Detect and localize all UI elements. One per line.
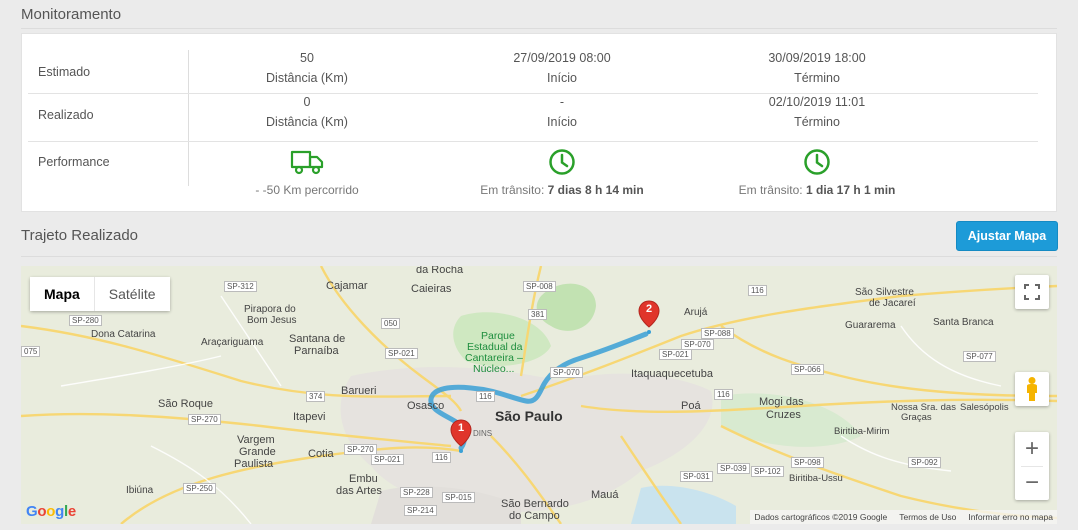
road-shield: 116	[476, 391, 495, 402]
estimado-start-label: Início	[547, 71, 577, 85]
marker-1-label: 1	[457, 422, 465, 434]
realizado-distance: 0 Distância (Km)	[177, 92, 437, 132]
row-label-realizado: Realizado	[38, 108, 94, 122]
zoom-out-button[interactable]: −	[1015, 466, 1049, 500]
performance-transit-2-text: Em trânsito: 1 dia 17 h 1 min	[739, 183, 896, 197]
estimado-distance-label: Distância (Km)	[266, 71, 348, 85]
road-shield: SP-031	[680, 471, 713, 482]
road-shield: 116	[748, 285, 767, 296]
map-type-satellite-button[interactable]: Satélite	[94, 277, 170, 311]
realizado-end-label: Término	[794, 115, 840, 129]
road-shield: 374	[306, 391, 326, 402]
estimado-end-label: Término	[794, 71, 840, 85]
clock-icon	[432, 148, 692, 178]
map-footer: Dados cartográficos ©2019 Google Termos …	[750, 510, 1057, 524]
road-shield: 075	[21, 346, 41, 357]
road-shield: SP-088	[701, 328, 734, 339]
transit-2-value: 1 dia 17 h 1 min	[806, 183, 896, 197]
zoom-divider	[1021, 466, 1043, 467]
road-shield: 050	[381, 318, 401, 329]
road-shield: SP-021	[659, 349, 692, 360]
map-data-attribution: Dados cartográficos ©2019 Google	[754, 512, 888, 522]
road-shield: 116	[432, 452, 451, 463]
marker-2-label: 2	[645, 303, 653, 315]
road-shield: SP-250	[183, 483, 216, 494]
realizado-start-value: -	[559, 95, 565, 109]
google-logo: Google	[26, 503, 76, 520]
road-shield: SP-214	[404, 505, 437, 516]
transit-prefix: Em trânsito:	[738, 183, 803, 197]
road-shield: SP-092	[908, 457, 941, 468]
pegman-icon	[1027, 377, 1037, 401]
fullscreen-icon	[1024, 284, 1040, 300]
performance-transit-1-text: Em trânsito: 7 dias 8 h 14 min	[480, 183, 643, 197]
road-shield: SP-077	[963, 351, 996, 362]
road-shield: SP-270	[188, 414, 221, 425]
road-shield: SP-008	[523, 281, 556, 292]
map-type-control: Mapa Satélite	[30, 277, 170, 311]
truck-icon	[177, 148, 437, 178]
report-error-link[interactable]: Informar erro no mapa	[968, 512, 1053, 522]
road-shield: SP-312	[224, 281, 257, 292]
row-label-performance: Performance	[38, 155, 110, 169]
road-shield: 116	[714, 389, 733, 400]
street-view-button[interactable]	[1015, 372, 1049, 406]
monitoring-card: Estimado 50 Distância (Km) 27/09/2019 08…	[21, 33, 1057, 212]
estimado-end: 30/09/2019 18:00 Término	[687, 48, 947, 88]
realizado-start-label: Início	[547, 115, 577, 129]
title-divider	[21, 28, 1057, 29]
map-type-map-button[interactable]: Mapa	[30, 277, 95, 311]
ajustar-mapa-button[interactable]: Ajustar Mapa	[956, 221, 1058, 251]
estimado-end-value: 30/09/2019 18:00	[768, 51, 866, 65]
road-shield: SP-280	[69, 315, 102, 326]
map[interactable]: da Rocha Cajamar Caieiras Pirapora do Bo…	[21, 266, 1057, 524]
transit-1-value: 7 dias 8 h 14 min	[547, 183, 644, 197]
estimado-distance: 50 Distância (Km)	[177, 48, 437, 88]
monitoramento-title: Monitoramento	[21, 6, 122, 23]
clock-icon	[687, 148, 947, 178]
performance-distance-text: - -50 Km percorrido	[255, 183, 359, 197]
road-shield: SP-015	[442, 492, 475, 503]
estimado-start: 27/09/2019 08:00 Início	[432, 48, 692, 88]
road-shield: SP-070	[550, 367, 583, 378]
realizado-distance-value: 0	[303, 95, 311, 109]
road-shields: SP-312 SP-280 075 SP-008 381 050 SP-021 …	[21, 266, 1057, 524]
road-shield: SP-021	[371, 454, 404, 465]
terms-link[interactable]: Termos de Uso	[899, 512, 956, 522]
title-divider	[21, 256, 1057, 257]
estimado-start-value: 27/09/2019 08:00	[513, 51, 611, 65]
fullscreen-button[interactable]	[1015, 275, 1049, 309]
row-label-estimado: Estimado	[38, 65, 91, 79]
performance-distance: - -50 Km percorrido	[177, 148, 437, 200]
road-shield: 381	[528, 309, 548, 320]
trajeto-title: Trajeto Realizado	[21, 227, 139, 244]
zoom-in-button[interactable]: +	[1015, 432, 1049, 466]
marker-2[interactable]: 2	[638, 300, 660, 334]
row-divider	[28, 141, 1038, 142]
marker-1[interactable]: 1	[450, 419, 472, 453]
estimado-distance-value: 50	[300, 51, 314, 65]
road-shield: SP-098	[791, 457, 824, 468]
road-shield: SP-228	[400, 487, 433, 498]
zoom-control: + −	[1015, 432, 1049, 500]
road-shield: SP-066	[791, 364, 824, 375]
road-shield: SP-102	[751, 466, 784, 477]
realizado-end: 02/10/2019 11:01 Término	[687, 92, 947, 132]
realizado-start: - Início	[432, 92, 692, 132]
performance-transit-1: Em trânsito: 7 dias 8 h 14 min	[432, 148, 692, 200]
road-shield: SP-021	[385, 348, 418, 359]
realizado-end-value: 02/10/2019 11:01	[768, 95, 866, 109]
transit-prefix: Em trânsito:	[480, 183, 545, 197]
realizado-distance-label: Distância (Km)	[266, 115, 348, 129]
performance-transit-2: Em trânsito: 1 dia 17 h 1 min	[687, 148, 947, 200]
road-shield: SP-039	[717, 463, 750, 474]
